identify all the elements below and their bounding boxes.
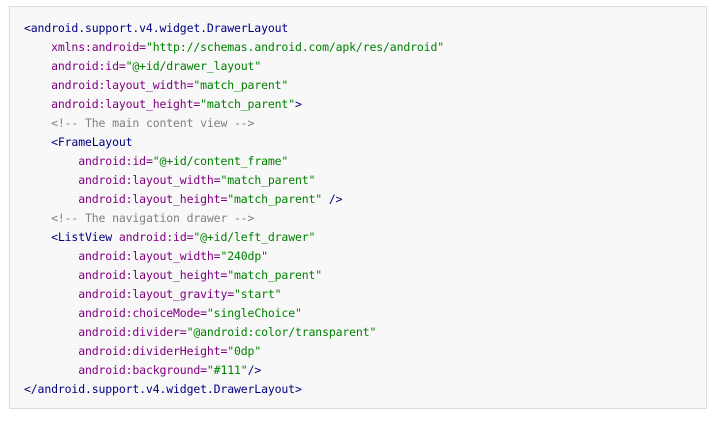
code-token-val: "@android:color/transparent"	[186, 325, 377, 339]
code-token-comment: <!-- The main content view -->	[51, 116, 255, 130]
code-token-attr: android:dividerHeight=	[78, 344, 228, 358]
code-token-tag: <ListView	[51, 230, 119, 244]
code-token-val: "240dp"	[220, 249, 268, 263]
code-line: android:background="#111"/>	[24, 361, 444, 380]
code-token-val: "match_parent"	[227, 192, 323, 206]
code-line: <!-- The navigation drawer -->	[24, 209, 444, 228]
code-token-attr: android:layout_gravity=	[78, 287, 234, 301]
code-token-attr: android:choiceMode=	[78, 306, 207, 320]
code-token-punct: >	[294, 97, 302, 111]
code-token-val: "@+id/content_frame"	[152, 154, 289, 168]
code-token-attr: android:layout_height=	[51, 97, 201, 111]
code-token-attr: android:layout_width=	[51, 78, 194, 92]
code-token-attr: android:divider=	[78, 325, 187, 339]
code-token-punct: />	[322, 192, 343, 206]
code-line: android:layout_width="240dp"	[24, 247, 444, 266]
code-token-attr: xmlns:android=	[51, 40, 146, 54]
code-token-val: "match_parent"	[193, 78, 289, 92]
code-line: <android.support.v4.widget.DrawerLayout	[24, 19, 444, 38]
code-line: <ListView android:id="@+id/left_drawer"	[24, 228, 444, 247]
code-line: </android.support.v4.widget.DrawerLayout…	[24, 380, 444, 399]
code-token-comment: <!-- The navigation drawer -->	[51, 211, 255, 225]
code-token-attr: android:layout_height=	[78, 192, 228, 206]
code-token-tag: <FrameLayout	[51, 135, 133, 149]
code-token-tag: <android.support.v4.widget.DrawerLayout	[24, 21, 289, 35]
code-token-val: "match_parent"	[220, 173, 316, 187]
code-token-attr: android:id=	[51, 59, 126, 73]
code-line: android:id="@+id/drawer_layout"	[24, 57, 444, 76]
code-token-val: "match_parent"	[227, 268, 323, 282]
code-token-tag: </android.support.v4.widget.DrawerLayout…	[24, 382, 302, 396]
code-line: android:divider="@android:color/transpar…	[24, 323, 444, 342]
code-token-val: "match_parent"	[200, 97, 295, 111]
code-line: <!-- The main content view -->	[24, 114, 444, 133]
code-lines: <android.support.v4.widget.DrawerLayout …	[24, 19, 444, 399]
code-line: android:layout_height="match_parent"	[24, 266, 444, 285]
code-token-val: "@+id/drawer_layout"	[125, 59, 262, 73]
code-line: android:layout_width="match_parent"	[24, 76, 444, 95]
code-token-attr: android:layout_width=	[78, 249, 221, 263]
code-token-val: "singleChoice"	[206, 306, 302, 320]
code-token-val: "@+id/left_drawer"	[193, 230, 316, 244]
code-token-attr: android:layout_height=	[78, 268, 228, 282]
code-token-attr: android:layout_width=	[78, 173, 221, 187]
code-token-val: "0dp"	[227, 344, 262, 358]
code-line: android:dividerHeight="0dp"	[24, 342, 444, 361]
code-line: android:id="@+id/content_frame"	[24, 152, 444, 171]
code-token-val: "start"	[234, 287, 282, 301]
code-block: <android.support.v4.widget.DrawerLayout …	[9, 6, 707, 409]
code-line: android:layout_height="match_parent">	[24, 95, 444, 114]
code-token-attr: android:background=	[78, 363, 207, 377]
code-line: android:layout_gravity="start"	[24, 285, 444, 304]
code-token-attr: android:id=	[78, 154, 153, 168]
code-token-attr: android:id=	[118, 230, 194, 244]
code-line: android:layout_width="match_parent"	[24, 171, 444, 190]
code-line: xmlns:android="http://schemas.android.co…	[24, 38, 444, 57]
code-token-punct: />	[247, 363, 262, 377]
code-line: android:choiceMode="singleChoice"	[24, 304, 444, 323]
code-line: <FrameLayout	[24, 133, 444, 152]
code-line: android:layout_height="match_parent" />	[24, 190, 444, 209]
code-token-val: "http://schemas.android.com/apk/res/andr…	[145, 40, 444, 54]
code-token-val: "#111"	[206, 363, 248, 377]
